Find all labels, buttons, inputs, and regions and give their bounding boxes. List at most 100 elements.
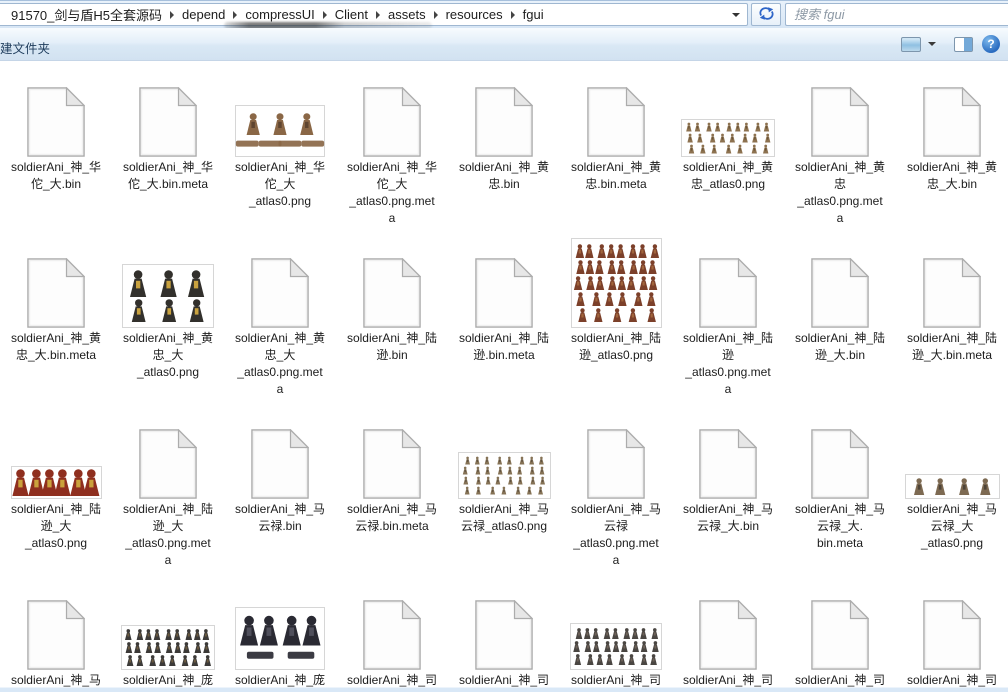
document-file-icon <box>587 404 645 499</box>
window-bottom-edge <box>0 687 1008 692</box>
file-name: soldierAni_神_庞 <box>123 672 213 688</box>
file-tile[interactable]: soldierAni_神_黄 忠_大 _atlas0.png <box>112 233 224 404</box>
explorer-window: 91570_剑与盾H5全套源码 depend compressUI Client ass… <box>0 0 1008 692</box>
document-file-icon <box>475 575 533 670</box>
document-file-icon <box>27 575 85 670</box>
toolbar-right-icons: ? <box>901 28 1000 60</box>
file-tile[interactable]: soldierAni_神_华 佗_大 _atlas0.png <box>224 62 336 233</box>
file-tile[interactable]: soldierAni_神_黄 忠_大.bin <box>896 62 1008 233</box>
breadcrumb-separator-icon[interactable] <box>376 11 380 19</box>
address-dropdown-icon[interactable] <box>732 13 740 17</box>
search-input[interactable]: 搜索 fgui <box>785 3 1008 26</box>
breadcrumb-item[interactable]: resources <box>440 7 509 22</box>
refresh-button[interactable] <box>751 3 781 26</box>
views-thumbnail-icon[interactable] <box>901 37 921 52</box>
document-file-icon <box>923 62 981 157</box>
file-tile[interactable]: soldierAni_神_庞 <box>224 575 336 688</box>
file-name: soldierAni_神_黄 忠.bin.meta <box>571 159 661 193</box>
file-tile[interactable]: soldierAni_神_马 <box>0 575 112 688</box>
search-placeholder: 搜索 fgui <box>786 4 1008 25</box>
address-input[interactable]: 91570_剑与盾H5全套源码 depend compressUI Client ass… <box>0 3 748 26</box>
file-name: soldierAni_神_马 云禄.bin.meta <box>347 501 437 535</box>
file-tile[interactable]: soldierAni_神_黄 忠_atlas0.png <box>672 62 784 233</box>
document-file-icon <box>699 404 757 499</box>
file-tile[interactable]: soldierAni_神_华 佗_大.bin <box>0 62 112 233</box>
file-tile[interactable]: soldierAni_神_华 佗_大.bin.meta <box>112 62 224 233</box>
refresh-icon <box>758 6 775 24</box>
file-name: soldierAni_神_马 云禄.bin <box>235 501 325 535</box>
breadcrumb-item[interactable]: assets <box>382 7 432 22</box>
file-name: soldierAni_神_司 <box>907 672 997 688</box>
file-tile[interactable]: soldierAni_神_马 云禄_atlas0.png <box>448 404 560 575</box>
document-file-icon <box>923 575 981 670</box>
views-dropdown-icon[interactable] <box>928 42 936 46</box>
breadcrumb-separator-icon[interactable] <box>233 11 237 19</box>
file-tile[interactable]: soldierAni_神_马 云禄 _atlas0.png.met a <box>560 404 672 575</box>
breadcrumb-separator-icon[interactable] <box>170 11 174 19</box>
file-name: soldierAni_神_华 佗_大 _atlas0.png.met a <box>347 159 437 227</box>
file-tile[interactable]: soldierAni_神_司 <box>672 575 784 688</box>
document-file-icon <box>811 575 869 670</box>
breadcrumb-item[interactable]: compressUI <box>239 7 320 22</box>
file-tile[interactable]: soldierAni_神_庞 <box>112 575 224 688</box>
file-tile[interactable]: soldierAni_神_司 <box>560 575 672 688</box>
file-tile[interactable]: soldierAni_神_华 佗_大 _atlas0.png.met a <box>336 62 448 233</box>
file-tile[interactable]: soldierAni_神_马 云禄_大.bin <box>672 404 784 575</box>
file-name: soldierAni_神_马 云禄 _atlas0.png.met a <box>571 501 661 569</box>
breadcrumb-item[interactable]: depend <box>176 7 231 22</box>
breadcrumb-item[interactable]: Client <box>329 7 374 22</box>
file-name: soldierAni_神_司 <box>683 672 773 688</box>
atlas-image-thumbnail <box>122 233 214 328</box>
file-tile[interactable]: soldierAni_神_陆 逊.bin <box>336 233 448 404</box>
file-name: soldierAni_神_黄 忠_大 _atlas0.png <box>123 330 213 381</box>
atlas-image-thumbnail <box>571 233 662 328</box>
file-tile[interactable]: soldierAni_神_陆 逊_大 _atlas0.png <box>0 404 112 575</box>
breadcrumb-separator-icon[interactable] <box>511 11 515 19</box>
breadcrumb-item[interactable]: 91570_剑与盾H5全套源码 <box>5 5 168 24</box>
file-name: soldierAni_神_黄 忠_大 _atlas0.png.met a <box>235 330 325 398</box>
file-tile[interactable]: soldierAni_神_陆 逊_大 _atlas0.png.met a <box>112 404 224 575</box>
file-tile[interactable]: soldierAni_神_司 <box>784 575 896 688</box>
file-tile[interactable]: soldierAni_神_马 云禄_大. bin.meta <box>784 404 896 575</box>
file-tile[interactable]: soldierAni_神_黄 忠.bin <box>448 62 560 233</box>
file-tile[interactable]: soldierAni_神_黄 忠_大 _atlas0.png.met a <box>224 233 336 404</box>
document-file-icon <box>139 404 197 499</box>
atlas-image-thumbnail <box>11 404 102 499</box>
file-name: soldierAni_神_陆 逊_atlas0.png <box>571 330 661 364</box>
breadcrumb: 91570_剑与盾H5全套源码 depend compressUI Client ass… <box>0 4 747 25</box>
document-file-icon <box>699 575 757 670</box>
document-file-icon <box>363 404 421 499</box>
file-tile[interactable]: soldierAni_神_黄 忠_大.bin.meta <box>0 233 112 404</box>
file-name: soldierAni_神_华 佗_大.bin <box>11 159 101 193</box>
document-file-icon <box>363 62 421 157</box>
file-tile[interactable]: soldierAni_神_陆 逊.bin.meta <box>448 233 560 404</box>
file-name: soldierAni_神_陆 逊_大.bin.meta <box>907 330 997 364</box>
file-name: soldierAni_神_马 云禄_atlas0.png <box>459 501 549 535</box>
preview-pane-icon[interactable] <box>954 37 973 52</box>
file-tile[interactable]: soldierAni_神_马 云禄.bin.meta <box>336 404 448 575</box>
breadcrumb-separator-icon[interactable] <box>323 11 327 19</box>
file-name: soldierAni_神_陆 逊_大 _atlas0.png <box>11 501 101 552</box>
file-tile[interactable]: soldierAni_神_司 <box>896 575 1008 688</box>
file-tile[interactable]: soldierAni_神_陆 逊_大.bin <box>784 233 896 404</box>
breadcrumb-separator-icon[interactable] <box>434 11 438 19</box>
file-tile[interactable]: soldierAni_神_黄 忠.bin.meta <box>560 62 672 233</box>
file-tile[interactable]: soldierAni_神_陆 逊 _atlas0.png.met a <box>672 233 784 404</box>
file-tile[interactable]: soldierAni_神_司 <box>336 575 448 688</box>
file-name: soldierAni_神_黄 忠_atlas0.png <box>683 159 773 193</box>
file-name: soldierAni_神_司 <box>795 672 885 688</box>
file-tile[interactable]: soldierAni_神_马 云禄.bin <box>224 404 336 575</box>
file-name: soldierAni_神_陆 逊_大.bin <box>795 330 885 364</box>
atlas-image-thumbnail <box>458 404 551 499</box>
help-icon[interactable]: ? <box>982 35 1000 53</box>
file-tile[interactable]: soldierAni_神_司 <box>448 575 560 688</box>
file-tile[interactable]: soldierAni_神_马 云禄_大 _atlas0.png <box>896 404 1008 575</box>
file-tile[interactable]: soldierAni_神_黄 忠 _atlas0.png.met a <box>784 62 896 233</box>
file-tile[interactable]: soldierAni_神_陆 逊_atlas0.png <box>560 233 672 404</box>
file-tile[interactable]: soldierAni_神_陆 逊_大.bin.meta <box>896 233 1008 404</box>
file-name: soldierAni_神_司 <box>347 672 437 688</box>
breadcrumb-item[interactable]: fgui <box>517 7 550 22</box>
address-bar: 91570_剑与盾H5全套源码 depend compressUI Client ass… <box>0 0 1008 28</box>
new-folder-button[interactable]: 建文件夹 <box>0 38 50 57</box>
file-name: soldierAni_神_马 云禄_大. bin.meta <box>795 501 885 552</box>
